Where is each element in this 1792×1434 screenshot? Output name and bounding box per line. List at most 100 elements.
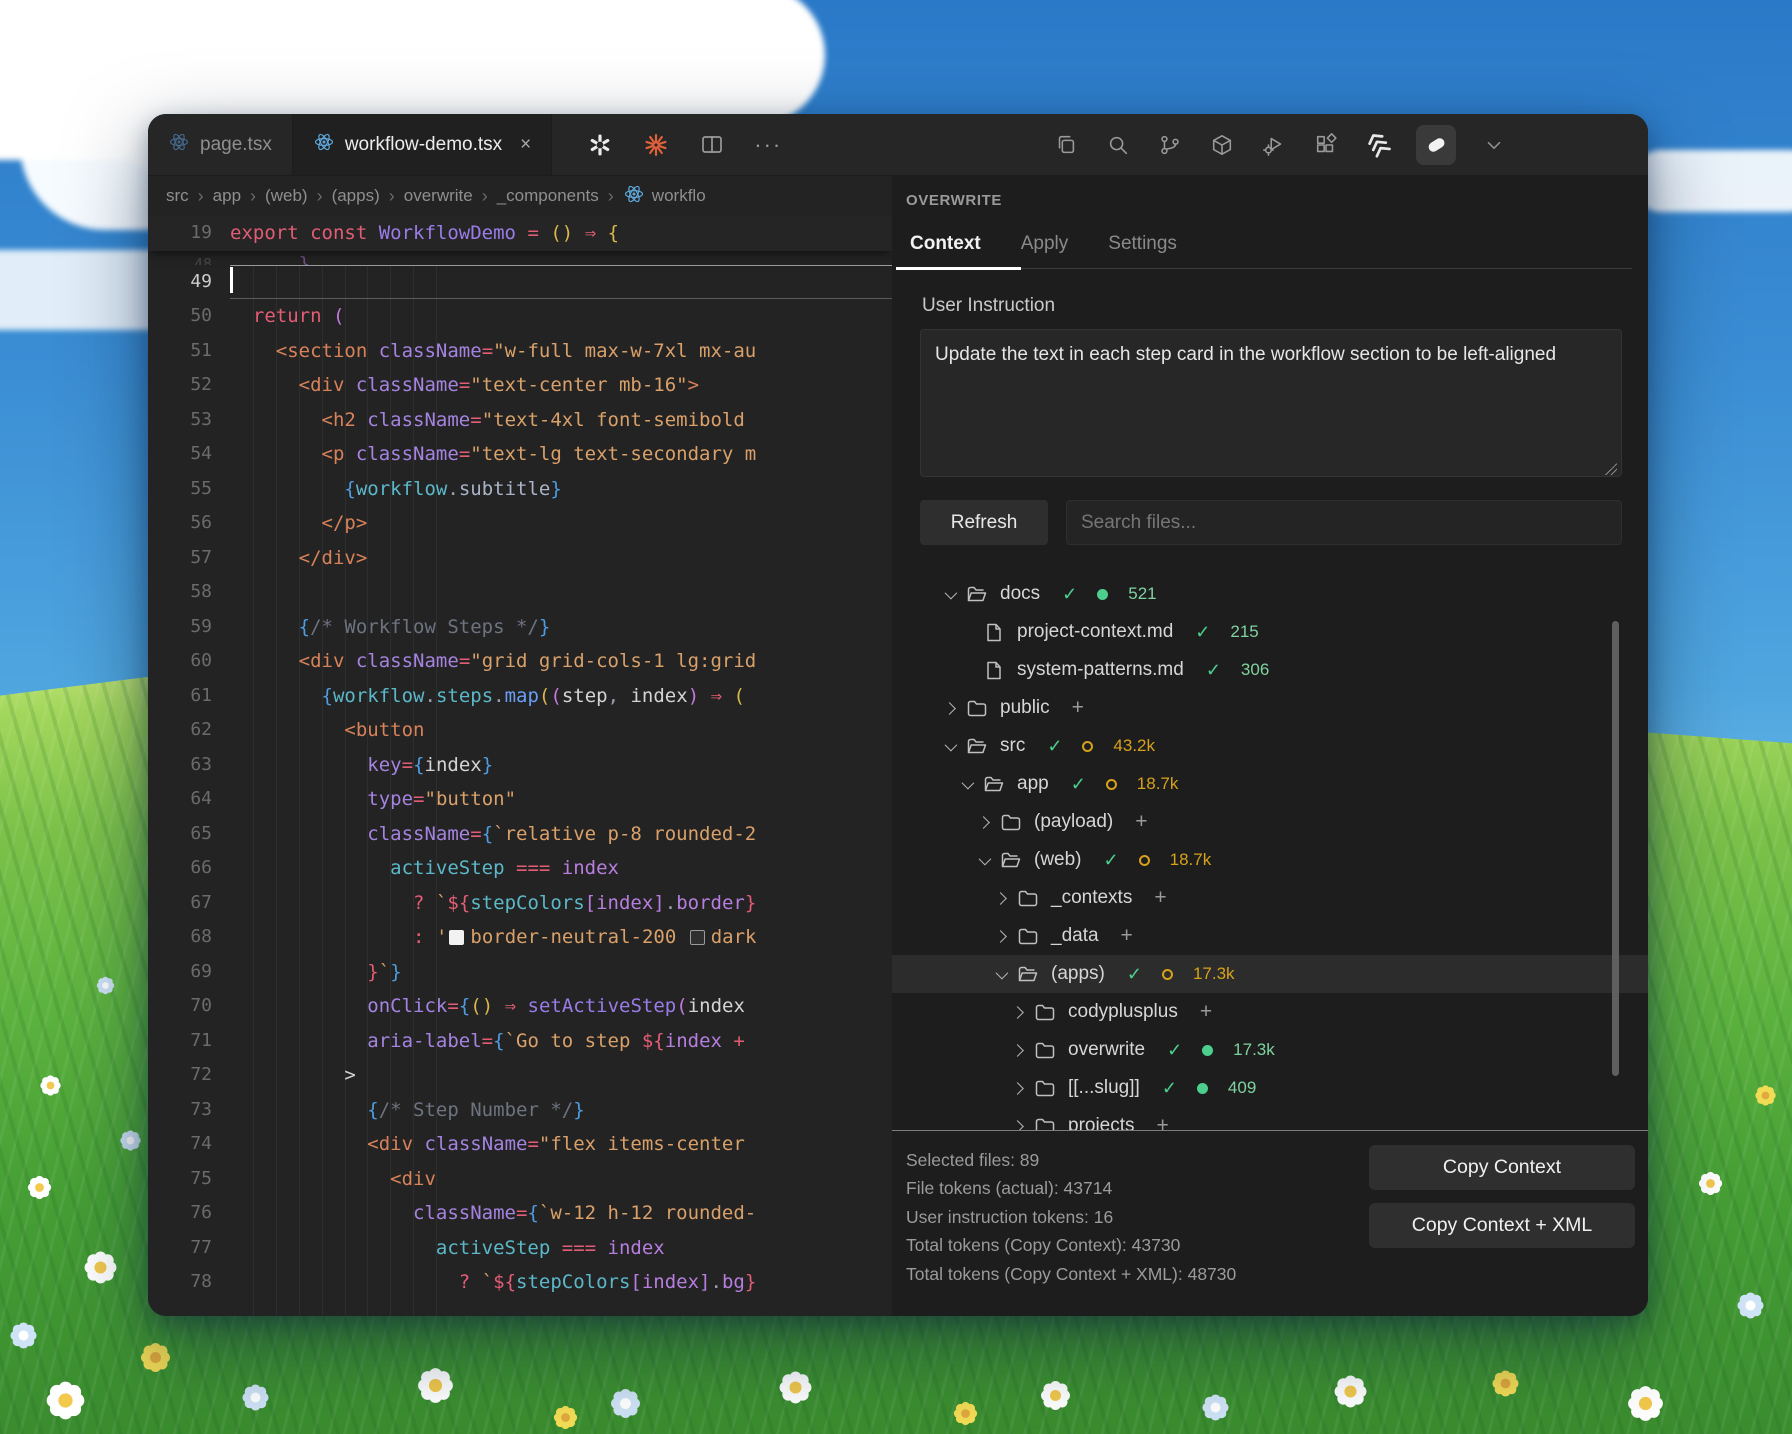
- line-number: 60: [148, 644, 212, 679]
- tree-row--web-[interactable]: (web)✓18.7k: [892, 841, 1648, 879]
- code-line-66[interactable]: 66 activeStep === index: [148, 851, 892, 886]
- code-line-70[interactable]: 70 onClick={() ⇒ setActiveStep(index: [148, 989, 892, 1024]
- tree-row--slug-[interactable]: [[...slug]]✓409: [892, 1069, 1648, 1107]
- flower-icon: [961, 1409, 970, 1418]
- code-line-19[interactable]: 19export const WorkflowDemo = () ⇒ {: [148, 216, 892, 251]
- code-line-50[interactable]: 50 return (: [148, 299, 892, 334]
- tree-row-app[interactable]: app✓18.7k: [892, 765, 1648, 803]
- flower-icon: [620, 1398, 631, 1409]
- code-line-78[interactable]: 78 ? `${stepColors[index].bg}: [148, 1265, 892, 1300]
- code-line-77[interactable]: 77 activeStep === index: [148, 1231, 892, 1266]
- plus-icon[interactable]: +: [1121, 924, 1133, 948]
- plus-icon[interactable]: +: [1157, 1114, 1169, 1130]
- tree-row-public[interactable]: public+: [892, 689, 1648, 727]
- code-line-69[interactable]: 69 }`}: [148, 955, 892, 990]
- debug-run-icon[interactable]: [1260, 131, 1288, 159]
- color-swatch-dark-icon: [690, 930, 705, 945]
- line-number: 48: [148, 251, 212, 265]
- code-line-49[interactable]: 49: [148, 265, 892, 300]
- capsule-icon[interactable]: [1416, 125, 1456, 165]
- code-line-72[interactable]: 72 >: [148, 1058, 892, 1093]
- code-line-65[interactable]: 65 className={`relative p-8 rounded-2: [148, 817, 892, 852]
- breadcrumb-item[interactable]: (web): [265, 186, 308, 206]
- tree-row-overwrite[interactable]: overwrite✓17.3k: [892, 1031, 1648, 1069]
- editor-tab-page-tsx[interactable]: page.tsx: [148, 114, 293, 175]
- tree-row--payload-[interactable]: (payload)+: [892, 803, 1648, 841]
- code-line-57[interactable]: 57 </div>: [148, 541, 892, 576]
- search-icon[interactable]: [1104, 131, 1132, 159]
- code-line-52[interactable]: 52 <div className="text-center mb-16">: [148, 368, 892, 403]
- breadcrumb-item[interactable]: overwrite: [404, 186, 473, 206]
- code-line-71[interactable]: 71 aria-label={`Go to step ${index +: [148, 1024, 892, 1059]
- copy-context-xml-button[interactable]: Copy Context + XML: [1369, 1203, 1635, 1248]
- breadcrumb-item[interactable]: _components: [497, 186, 599, 206]
- chevron-down-icon[interactable]: [1480, 131, 1508, 159]
- user-instruction-input[interactable]: Update the text in each step card in the…: [920, 329, 1622, 477]
- split-editor-icon[interactable]: [698, 131, 726, 159]
- breadcrumb-item[interactable]: app: [213, 186, 241, 206]
- code-line-62[interactable]: 62 <button: [148, 713, 892, 748]
- tree-row-codyplusplus[interactable]: codyplusplus+: [892, 993, 1648, 1031]
- code-line-55[interactable]: 55 {workflow.subtitle}: [148, 472, 892, 507]
- package-icon[interactable]: [1208, 131, 1236, 159]
- code-line-56[interactable]: 56 </p>: [148, 506, 892, 541]
- tree-row-projects[interactable]: projects+: [892, 1107, 1648, 1130]
- breadcrumb-item[interactable]: (apps): [332, 186, 380, 206]
- partial-ring-icon: [1162, 969, 1173, 980]
- tree-row--data[interactable]: _data+: [892, 917, 1648, 955]
- breadcrumb-file[interactable]: workflo: [623, 183, 706, 210]
- code-line-53[interactable]: 53 <h2 className="text-4xl font-semibold: [148, 403, 892, 438]
- breadcrumb-item[interactable]: src: [166, 186, 189, 206]
- code-line-76[interactable]: 76 className={`w-12 h-12 rounded-: [148, 1196, 892, 1231]
- code-line-63[interactable]: 63 key={index}: [148, 748, 892, 783]
- code-line-51[interactable]: 51 <section className="w-full max-w-7xl …: [148, 334, 892, 369]
- more-icon[interactable]: ···: [754, 131, 782, 159]
- code-line-67[interactable]: 67 ? `${stepColors[index].border}: [148, 886, 892, 921]
- copy-icon[interactable]: [1052, 131, 1080, 159]
- tree-scrollbar[interactable]: [1612, 621, 1619, 1076]
- code-line-68[interactable]: 68 : 'border-neutral-200 dark: [148, 920, 892, 955]
- tree-row-docs[interactable]: docs✓521: [892, 575, 1648, 613]
- grid-extensions-icon[interactable]: [1312, 131, 1340, 159]
- copy-context-button[interactable]: Copy Context: [1369, 1145, 1635, 1190]
- chevron-down-icon: [934, 590, 964, 599]
- tree-row-system-patterns-md[interactable]: system-patterns.md✓306: [892, 651, 1648, 689]
- search-files-input[interactable]: [1066, 500, 1622, 545]
- code-line-54[interactable]: 54 <p className="text-lg text-secondary …: [148, 437, 892, 472]
- close-icon[interactable]: ×: [520, 134, 531, 156]
- code-line-74[interactable]: 74 <div className="flex items-center: [148, 1127, 892, 1162]
- code-line-60[interactable]: 60 <div className="grid grid-cols-1 lg:g…: [148, 644, 892, 679]
- source-control-icon[interactable]: [1156, 131, 1184, 159]
- plus-icon[interactable]: +: [1072, 696, 1084, 720]
- tree-row--apps-[interactable]: (apps)✓17.3k: [892, 955, 1648, 993]
- plus-icon[interactable]: +: [1154, 886, 1166, 910]
- refresh-button[interactable]: Refresh: [920, 500, 1048, 545]
- token-count: 17.3k: [1233, 1040, 1275, 1060]
- code-line-75[interactable]: 75 <div: [148, 1162, 892, 1197]
- tree-row-project-context-md[interactable]: project-context.md✓215: [892, 613, 1648, 651]
- line-number: 64: [148, 782, 212, 817]
- code-line-58[interactable]: 58: [148, 575, 892, 610]
- code-line-73[interactable]: 73 {/* Step Number */}: [148, 1093, 892, 1128]
- editor-tab-workflow-demo-tsx[interactable]: workflow-demo.tsx×: [293, 114, 552, 175]
- plus-icon[interactable]: +: [1200, 1000, 1212, 1024]
- line-text: export const WorkflowDemo = () ⇒ {: [230, 216, 619, 251]
- code-area[interactable]: 19export const WorkflowDemo = () ⇒ {48 }…: [148, 216, 892, 1316]
- code-line-64[interactable]: 64 type="button": [148, 782, 892, 817]
- code-line-59[interactable]: 59 {/* Workflow Steps */}: [148, 610, 892, 645]
- panel-tab-apply[interactable]: Apply: [1021, 233, 1069, 255]
- signal-arrows-icon[interactable]: [1364, 131, 1392, 159]
- starburst-icon[interactable]: [642, 131, 670, 159]
- plus-icon[interactable]: +: [1135, 810, 1147, 834]
- tree-row-src[interactable]: src✓43.2k: [892, 727, 1648, 765]
- openai-logo-icon[interactable]: [586, 131, 614, 159]
- breadcrumb[interactable]: src ›app ›(web) ›(apps) ›overwrite ›_com…: [148, 176, 892, 216]
- code-line-48[interactable]: 48 }: [148, 251, 892, 265]
- code-line-61[interactable]: 61 {workflow.steps.map((step, index) ⇒ (: [148, 679, 892, 714]
- tree-row--contexts[interactable]: _contexts+: [892, 879, 1648, 917]
- panel-tab-context[interactable]: Context: [910, 233, 981, 255]
- folder-icon: [998, 814, 1024, 831]
- resize-handle-icon[interactable]: [1605, 463, 1617, 475]
- line-number: 59: [148, 610, 212, 645]
- panel-tab-settings[interactable]: Settings: [1108, 233, 1177, 255]
